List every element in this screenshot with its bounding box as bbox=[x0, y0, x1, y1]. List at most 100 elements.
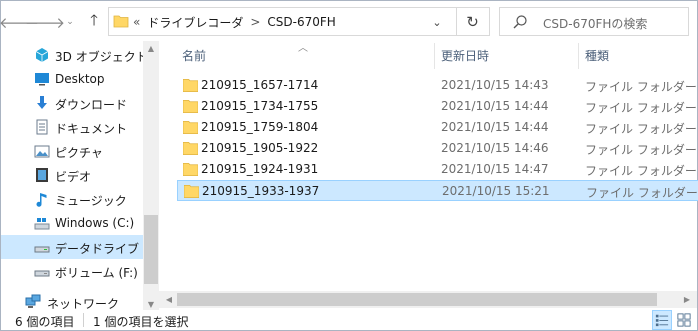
sort-ascending-icon: ︿ bbox=[298, 43, 308, 54]
folder-icon bbox=[183, 79, 198, 92]
desktop-icon bbox=[35, 73, 49, 86]
folder-icon bbox=[183, 121, 198, 134]
file-date: 2021/10/15 14:47 bbox=[441, 162, 549, 176]
nav-item-label: 3D オブジェクト bbox=[55, 50, 148, 64]
refresh-icon: ↻ bbox=[466, 12, 479, 31]
overflow-chevron[interactable]: « bbox=[133, 15, 140, 29]
nav-item-desktop[interactable]: Desktop bbox=[1, 67, 143, 91]
refresh-button[interactable]: ↻ bbox=[456, 8, 488, 35]
scroll-up-arrow-icon[interactable]: ▲ bbox=[143, 41, 159, 55]
explorer-window: 🡐 🡒 ⌄ 🡑 « ドライブレコーダ > CSD-670FH ⌄ ↻ CSD-6… bbox=[0, 0, 698, 331]
file-name: 210915_1657-1714 bbox=[201, 78, 319, 92]
videos-icon bbox=[36, 168, 48, 182]
nav-item-label: ピクチャ bbox=[55, 146, 103, 160]
file-date: 2021/10/15 15:21 bbox=[442, 184, 550, 198]
file-name: 210915_1924-1931 bbox=[201, 162, 319, 176]
file-type: ファイル フォルダー bbox=[586, 186, 698, 200]
search-placeholder: CSD-670FHの検索 bbox=[543, 17, 648, 31]
breadcrumb-item[interactable]: CSD-670FH bbox=[267, 15, 335, 29]
large-icons-view-button[interactable] bbox=[674, 310, 694, 330]
file-name: 210915_1734-1755 bbox=[201, 99, 319, 113]
music-icon bbox=[36, 193, 47, 207]
nav-item-network[interactable]: ネットワーク bbox=[1, 290, 143, 311]
drive-d-icon bbox=[34, 246, 50, 253]
column-header-date[interactable]: 更新日時 bbox=[441, 47, 489, 67]
scroll-left-arrow-icon[interactable]: ◀ bbox=[161, 291, 177, 308]
nav-item-documents[interactable]: ドキュメント bbox=[1, 115, 143, 139]
folder-icon bbox=[183, 100, 198, 113]
file-row[interactable]: 210915_1905-1922 2021/10/15 14:46 ファイル フ… bbox=[177, 138, 698, 159]
file-row[interactable]: 210915_1734-1755 2021/10/15 14:44 ファイル フ… bbox=[177, 96, 698, 117]
nav-item-label: ドキュメント bbox=[55, 122, 128, 136]
navigation-pane-scrollbar[interactable]: ▲ ▼ bbox=[143, 41, 159, 311]
file-row-selected[interactable]: 210915_1933-1937 2021/10/15 15:21 ファイル フ… bbox=[177, 180, 698, 201]
file-list-horizontal-scrollbar[interactable]: ◀ ▶ bbox=[159, 291, 697, 308]
pictures-icon bbox=[34, 145, 50, 158]
file-date: 2021/10/15 14:44 bbox=[441, 120, 549, 134]
details-view-button[interactable] bbox=[652, 310, 672, 330]
drive-c-icon bbox=[34, 218, 50, 230]
file-type: ファイル フォルダー bbox=[585, 164, 697, 178]
nav-item-music[interactable]: ミュージック bbox=[1, 187, 143, 211]
search-input[interactable]: CSD-670FHの検索 bbox=[499, 7, 689, 36]
selection-count: 1 個の項目を選択 bbox=[93, 315, 189, 329]
breadcrumb: « ドライブレコーダ > CSD-670FH bbox=[133, 14, 336, 30]
nav-item-videos[interactable]: ビデオ bbox=[1, 163, 143, 187]
forward-button[interactable]: 🡒 bbox=[25, 11, 65, 33]
documents-icon bbox=[36, 119, 48, 135]
navigation-pane: 3D オブジェクト Desktop ダウンロード ドキュメント ピクチャ ビデオ… bbox=[1, 41, 159, 311]
file-type: ファイル フォルダー bbox=[585, 80, 697, 94]
address-bar[interactable]: « ドライブレコーダ > CSD-670FH ⌄ bbox=[108, 7, 490, 36]
chevron-down-icon: ⌄ bbox=[66, 17, 74, 27]
nav-item-drive-f[interactable]: ボリューム (F:) bbox=[1, 259, 143, 283]
file-name: 210915_1759-1804 bbox=[201, 120, 319, 134]
nav-item-drive-d[interactable]: データドライブ (D:) bbox=[1, 235, 159, 259]
up-button[interactable]: 🡑 bbox=[83, 11, 105, 33]
large-icons-view-icon bbox=[677, 313, 691, 327]
nav-item-3d-objects[interactable]: 3D オブジェクト bbox=[1, 43, 148, 67]
column-divider[interactable] bbox=[434, 43, 435, 69]
search-icon bbox=[513, 15, 527, 29]
navigation-bar: 🡐 🡒 ⌄ 🡑 « ドライブレコーダ > CSD-670FH ⌄ ↻ CSD-6… bbox=[0, 1, 697, 41]
file-name: 210915_1933-1937 bbox=[202, 184, 320, 198]
nav-item-drive-c[interactable]: Windows (C:) bbox=[1, 211, 143, 235]
network-icon bbox=[25, 294, 41, 308]
folder-icon bbox=[183, 163, 198, 176]
folder-icon bbox=[113, 15, 129, 28]
nav-item-label: ネットワーク bbox=[47, 297, 120, 311]
download-icon bbox=[37, 96, 47, 109]
nav-item-label: ダウンロード bbox=[55, 98, 128, 112]
scroll-down-arrow-icon[interactable]: ▼ bbox=[143, 297, 159, 311]
file-name: 210915_1905-1922 bbox=[201, 141, 319, 155]
status-bar: 6 個の項目 1 個の項目を選択 bbox=[1, 310, 697, 330]
file-date: 2021/10/15 14:44 bbox=[441, 99, 549, 113]
breadcrumb-item[interactable]: ドライブレコーダ bbox=[147, 14, 243, 31]
column-header-type[interactable]: 種類 bbox=[585, 47, 609, 67]
scroll-right-arrow-icon[interactable]: ▶ bbox=[679, 291, 695, 308]
file-row[interactable]: 210915_1657-1714 2021/10/15 14:43 ファイル フ… bbox=[177, 75, 698, 96]
nav-item-label: Windows (C:) bbox=[55, 216, 135, 230]
column-divider[interactable] bbox=[578, 43, 579, 69]
address-history-button[interactable]: ⌄ bbox=[427, 12, 447, 32]
nav-item-label: ボリューム (F:) bbox=[55, 266, 138, 280]
drive-f-icon bbox=[34, 270, 50, 277]
file-row[interactable]: 210915_1759-1804 2021/10/15 14:44 ファイル フ… bbox=[177, 117, 698, 138]
status-divider bbox=[83, 313, 84, 327]
folder-icon bbox=[183, 142, 198, 155]
nav-item-label: Desktop bbox=[55, 72, 105, 86]
column-header-name[interactable]: 名前 bbox=[182, 47, 206, 67]
nav-item-downloads[interactable]: ダウンロード bbox=[1, 91, 143, 115]
scrollbar-thumb[interactable] bbox=[144, 215, 158, 284]
nav-item-pictures[interactable]: ピクチャ bbox=[1, 139, 143, 163]
chevron-down-icon: ⌄ bbox=[432, 15, 442, 29]
recent-locations-button[interactable]: ⌄ bbox=[59, 11, 81, 33]
file-date: 2021/10/15 14:43 bbox=[441, 78, 549, 92]
nav-item-label: ミュージック bbox=[55, 194, 127, 208]
breadcrumb-separator[interactable]: > bbox=[250, 15, 260, 29]
item-count: 6 個の項目 bbox=[15, 315, 75, 329]
file-row[interactable]: 210915_1924-1931 2021/10/15 14:47 ファイル フ… bbox=[177, 159, 698, 180]
nav-item-label: ビデオ bbox=[55, 170, 92, 184]
file-type: ファイル フォルダー bbox=[585, 122, 697, 136]
file-date: 2021/10/15 14:46 bbox=[441, 141, 549, 155]
scrollbar-thumb[interactable] bbox=[177, 293, 657, 306]
